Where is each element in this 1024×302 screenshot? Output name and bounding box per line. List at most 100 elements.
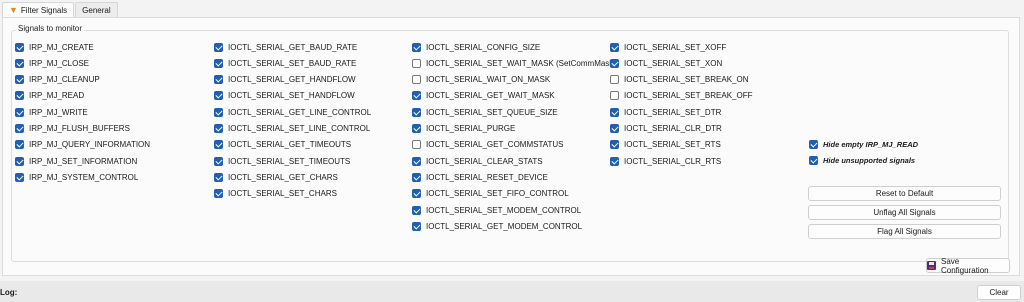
checkbox-icon[interactable]	[15, 58, 24, 68]
tab-filter-signals[interactable]: ▼ Filter Signals	[2, 2, 75, 18]
signal-checkbox-ioctl-serial-set-break-off[interactable]: IOCTL_SERIAL_SET_BREAK_OFF	[610, 90, 753, 102]
signal-checkbox-ioctl-serial-set-timeouts[interactable]: IOCTL_SERIAL_SET_TIMEOUTS	[214, 155, 350, 167]
checkbox-icon[interactable]	[610, 107, 619, 117]
tab-general[interactable]: General	[75, 2, 118, 17]
log-bar	[0, 281, 1024, 302]
checkbox-icon[interactable]	[412, 58, 421, 68]
signal-checkbox-ioctl-serial-get-line-control[interactable]: IOCTL_SERIAL_GET_LINE_CONTROL	[214, 106, 371, 118]
hide-empty-read-option[interactable]: Hide empty IRP_MJ_READ	[809, 138, 918, 150]
checkbox-icon[interactable]	[15, 91, 24, 101]
signal-checkbox-irp-mj-query-information[interactable]: IRP_MJ_QUERY_INFORMATION	[15, 139, 150, 151]
signal-checkbox-ioctl-serial-set-xon[interactable]: IOCTL_SERIAL_SET_XON	[610, 57, 722, 69]
signal-checkbox-irp-mj-set-information[interactable]: IRP_MJ_SET_INFORMATION	[15, 155, 137, 167]
signal-checkbox-ioctl-serial-clr-dtr[interactable]: IOCTL_SERIAL_CLR_DTR	[610, 123, 722, 135]
signal-checkbox-ioctl-serial-set-rts[interactable]: IOCTL_SERIAL_SET_RTS	[610, 139, 721, 151]
checkbox-icon[interactable]	[412, 124, 421, 133]
checkbox-icon[interactable]	[412, 221, 421, 231]
signal-checkbox-ioctl-serial-set-line-control[interactable]: IOCTL_SERIAL_SET_LINE_CONTROL	[214, 123, 370, 135]
checkbox-icon[interactable]	[610, 58, 619, 68]
signal-label: IOCTL_SERIAL_SET_BREAK_OFF	[624, 91, 753, 101]
checkbox-icon[interactable]	[214, 172, 223, 182]
signal-label: IOCTL_SERIAL_SET_XOFF	[624, 42, 727, 52]
signal-checkbox-ioctl-serial-set-handflow[interactable]: IOCTL_SERIAL_SET_HANDFLOW	[214, 90, 355, 102]
flag-all-signals-button[interactable]: Flag All Signals	[808, 224, 1001, 239]
signal-label: IOCTL_SERIAL_GET_BAUD_RATE	[228, 42, 358, 52]
signal-checkbox-ioctl-serial-get-commstatus[interactable]: IOCTL_SERIAL_GET_COMMSTATUS	[412, 139, 564, 151]
signal-checkbox-irp-mj-close[interactable]: IRP_MJ_CLOSE	[15, 57, 89, 69]
signal-checkbox-ioctl-serial-reset-device[interactable]: IOCTL_SERIAL_RESET_DEVICE	[412, 171, 548, 183]
signal-checkbox-ioctl-serial-set-chars[interactable]: IOCTL_SERIAL_SET_CHARS	[214, 188, 337, 200]
checkbox-icon[interactable]	[412, 156, 421, 166]
signal-checkbox-ioctl-serial-get-handflow[interactable]: IOCTL_SERIAL_GET_HANDFLOW	[214, 74, 356, 86]
signal-checkbox-ioctl-serial-get-modem-control[interactable]: IOCTL_SERIAL_GET_MODEM_CONTROL	[412, 220, 582, 232]
checkbox-icon[interactable]	[610, 42, 619, 52]
signal-checkbox-ioctl-serial-set-queue-size[interactable]: IOCTL_SERIAL_SET_QUEUE_SIZE	[412, 106, 558, 118]
option-label: Hide empty IRP_MJ_READ	[823, 139, 919, 149]
checkbox-icon[interactable]	[214, 189, 223, 199]
checkbox-icon[interactable]	[15, 42, 24, 52]
checkbox-icon[interactable]	[412, 107, 421, 117]
checkbox-icon[interactable]	[412, 189, 421, 199]
save-configuration-button[interactable]: Save Configuration	[926, 257, 1010, 275]
signal-checkbox-ioctl-serial-config-size[interactable]: IOCTL_SERIAL_CONFIG_SIZE	[412, 41, 540, 53]
signal-checkbox-ioctl-serial-set-modem-control[interactable]: IOCTL_SERIAL_SET_MODEM_CONTROL	[412, 204, 581, 216]
signal-checkbox-irp-mj-flush-buffers[interactable]: IRP_MJ_FLUSH_BUFFERS	[15, 123, 130, 135]
checkbox-icon[interactable]	[214, 75, 223, 85]
signal-checkbox-ioctl-serial-clear-stats[interactable]: IOCTL_SERIAL_CLEAR_STATS	[412, 155, 543, 167]
unflag-all-signals-button[interactable]: Unflag All Signals	[808, 205, 1001, 220]
checkbox-icon[interactable]	[15, 124, 24, 133]
signal-checkbox-irp-mj-system-control[interactable]: IRP_MJ_SYSTEM_CONTROL	[15, 171, 138, 183]
checkbox-icon[interactable]	[412, 91, 421, 101]
checkbox-icon[interactable]	[412, 42, 421, 52]
signal-label: IRP_MJ_READ	[29, 91, 85, 101]
checkbox-icon[interactable]	[412, 140, 421, 150]
checkbox-icon[interactable]	[15, 140, 24, 150]
checkbox-icon[interactable]	[610, 156, 619, 166]
checkbox-icon[interactable]	[15, 172, 24, 182]
checkbox-icon[interactable]	[610, 75, 619, 85]
signal-checkbox-irp-mj-read[interactable]: IRP_MJ_READ	[15, 90, 84, 102]
signal-label: IOCTL_SERIAL_CLR_RTS	[624, 156, 722, 166]
signal-checkbox-irp-mj-write[interactable]: IRP_MJ_WRITE	[15, 106, 88, 118]
signal-label: IOCTL_SERIAL_SET_RTS	[624, 140, 721, 150]
signal-checkbox-ioctl-serial-get-chars[interactable]: IOCTL_SERIAL_GET_CHARS	[214, 171, 338, 183]
hide-unsupported-option[interactable]: Hide unsupported signals	[809, 154, 915, 166]
signal-checkbox-ioctl-serial-set-xoff[interactable]: IOCTL_SERIAL_SET_XOFF	[610, 41, 726, 53]
signal-checkbox-irp-mj-create[interactable]: IRP_MJ_CREATE	[15, 41, 94, 53]
signal-label: IRP_MJ_CLOSE	[29, 58, 90, 68]
clear-log-button[interactable]: Clear	[977, 285, 1021, 300]
checkbox-icon[interactable]	[214, 42, 223, 52]
checkbox-icon[interactable]	[214, 156, 223, 166]
signal-checkbox-ioctl-serial-set-fifo-control[interactable]: IOCTL_SERIAL_SET_FIFO_CONTROL	[412, 188, 569, 200]
signal-checkbox-ioctl-serial-get-baud-rate[interactable]: IOCTL_SERIAL_GET_BAUD_RATE	[214, 41, 357, 53]
checkbox-icon[interactable]	[610, 140, 619, 150]
reset-to-default-button[interactable]: Reset to Default	[808, 186, 1001, 201]
checkbox-icon[interactable]	[214, 107, 223, 117]
signal-checkbox-ioctl-serial-purge[interactable]: IOCTL_SERIAL_PURGE	[412, 123, 515, 135]
checkbox-icon[interactable]	[214, 58, 223, 68]
signal-checkbox-ioctl-serial-get-timeouts[interactable]: IOCTL_SERIAL_GET_TIMEOUTS	[214, 139, 351, 151]
signal-checkbox-ioctl-serial-set-baud-rate[interactable]: IOCTL_SERIAL_SET_BAUD_RATE	[214, 57, 356, 69]
checkbox-icon[interactable]	[809, 139, 818, 149]
signal-label: IOCTL_SERIAL_RESET_DEVICE	[426, 172, 548, 182]
checkbox-icon[interactable]	[412, 172, 421, 182]
signal-checkbox-ioctl-serial-set-break-on[interactable]: IOCTL_SERIAL_SET_BREAK_ON	[610, 74, 749, 86]
signal-checkbox-ioctl-serial-clr-rts[interactable]: IOCTL_SERIAL_CLR_RTS	[610, 155, 721, 167]
checkbox-icon[interactable]	[15, 156, 24, 166]
checkbox-icon[interactable]	[214, 124, 223, 133]
checkbox-icon[interactable]	[610, 124, 619, 133]
checkbox-icon[interactable]	[15, 75, 24, 85]
checkbox-icon[interactable]	[412, 205, 421, 215]
signal-checkbox-ioctl-serial-set-wait-mask-setcommmask[interactable]: IOCTL_SERIAL_SET_WAIT_MASK (SetCommMask)	[412, 57, 616, 69]
checkbox-icon[interactable]	[214, 140, 223, 150]
checkbox-icon[interactable]	[809, 155, 818, 165]
checkbox-icon[interactable]	[412, 75, 421, 85]
checkbox-icon[interactable]	[15, 107, 24, 117]
signal-checkbox-irp-mj-cleanup[interactable]: IRP_MJ_CLEANUP	[15, 74, 100, 86]
signal-checkbox-ioctl-serial-get-wait-mask[interactable]: IOCTL_SERIAL_GET_WAIT_MASK	[412, 90, 555, 102]
signal-label: IRP_MJ_QUERY_INFORMATION	[29, 140, 151, 150]
checkbox-icon[interactable]	[610, 91, 619, 101]
signal-checkbox-ioctl-serial-set-dtr[interactable]: IOCTL_SERIAL_SET_DTR	[610, 106, 721, 118]
signal-checkbox-ioctl-serial-wait-on-mask[interactable]: IOCTL_SERIAL_WAIT_ON_MASK	[412, 74, 550, 86]
checkbox-icon[interactable]	[214, 91, 223, 101]
